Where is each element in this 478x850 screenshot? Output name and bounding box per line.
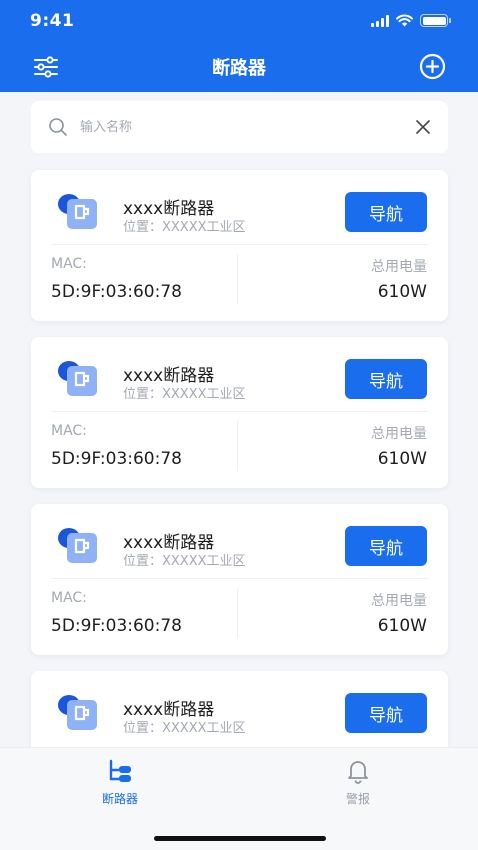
tab-breaker-label: 断路器 <box>101 792 138 806</box>
power-label: 总用电量 <box>371 426 427 442</box>
search-icon <box>49 118 67 136</box>
search-input[interactable] <box>80 119 415 135</box>
navigate-button[interactable]: 导航 <box>345 192 427 232</box>
mac-label: MAC: <box>51 256 87 272</box>
breaker-device-icon <box>58 695 97 730</box>
home-indicator <box>154 836 326 841</box>
card-divider <box>51 244 428 245</box>
breaker-location: 位置：XXXXX工业区 <box>123 721 246 736</box>
power-value: 610W <box>377 616 427 636</box>
power-label: 总用电量 <box>371 593 427 609</box>
mac-label: MAC: <box>51 423 87 439</box>
add-circle-icon[interactable] <box>419 53 446 80</box>
tab-alarm-label: 警报 <box>345 792 370 806</box>
breaker-location: 位置：XXXXX工业区 <box>123 220 246 235</box>
power-value: 610W <box>377 449 427 469</box>
search-bar <box>31 101 448 153</box>
tab-breaker[interactable]: 断路器 <box>70 758 170 807</box>
navigate-button[interactable]: 导航 <box>345 359 427 399</box>
breaker-card[interactable]: xxxx断路器 位置：XXXXX工业区 导航 MAC: 5D:9F:03:60:… <box>31 504 448 655</box>
card-vertical-divider <box>237 421 238 471</box>
card-divider <box>51 578 428 579</box>
navigate-button[interactable]: 导航 <box>345 526 427 566</box>
tab-alarm[interactable]: 警报 <box>308 758 408 807</box>
page-title: 断路器 <box>212 58 266 79</box>
breaker-device-icon <box>58 361 97 396</box>
breaker-card[interactable]: xxxx断路器 位置：XXXXX工业区 导航 MAC: 5D:9F:03:60:… <box>31 170 448 321</box>
battery-icon <box>420 14 451 27</box>
app-header: 9:41 断路器 <box>0 0 478 92</box>
bell-icon <box>348 761 368 784</box>
card-divider <box>51 411 428 412</box>
mac-label: MAC: <box>51 590 87 606</box>
power-value: 610W <box>377 282 427 302</box>
breaker-device-icon <box>58 194 97 229</box>
card-vertical-divider <box>237 254 238 304</box>
mac-value: 5D:9F:03:60:78 <box>51 282 182 302</box>
cellular-signal-icon <box>371 14 389 27</box>
power-label: 总用电量 <box>371 259 427 275</box>
card-vertical-divider <box>237 588 238 638</box>
status-icons <box>371 14 451 27</box>
breaker-tree-icon <box>109 759 131 782</box>
tab-bar: 断路器 警报 <box>0 747 478 850</box>
wifi-icon <box>396 14 413 27</box>
mac-value: 5D:9F:03:60:78 <box>51 449 182 469</box>
mac-value: 5D:9F:03:60:78 <box>51 616 182 636</box>
navigate-button[interactable]: 导航 <box>345 693 427 733</box>
breaker-device-icon <box>58 528 97 563</box>
breaker-card[interactable]: xxxx断路器 位置：XXXXX工业区 导航 MAC: 5D:9F:03:60:… <box>31 337 448 488</box>
status-time: 9:41 <box>30 11 75 31</box>
clear-icon[interactable] <box>415 119 431 135</box>
breaker-location: 位置：XXXXX工业区 <box>123 387 246 402</box>
breaker-location: 位置：XXXXX工业区 <box>123 554 246 569</box>
